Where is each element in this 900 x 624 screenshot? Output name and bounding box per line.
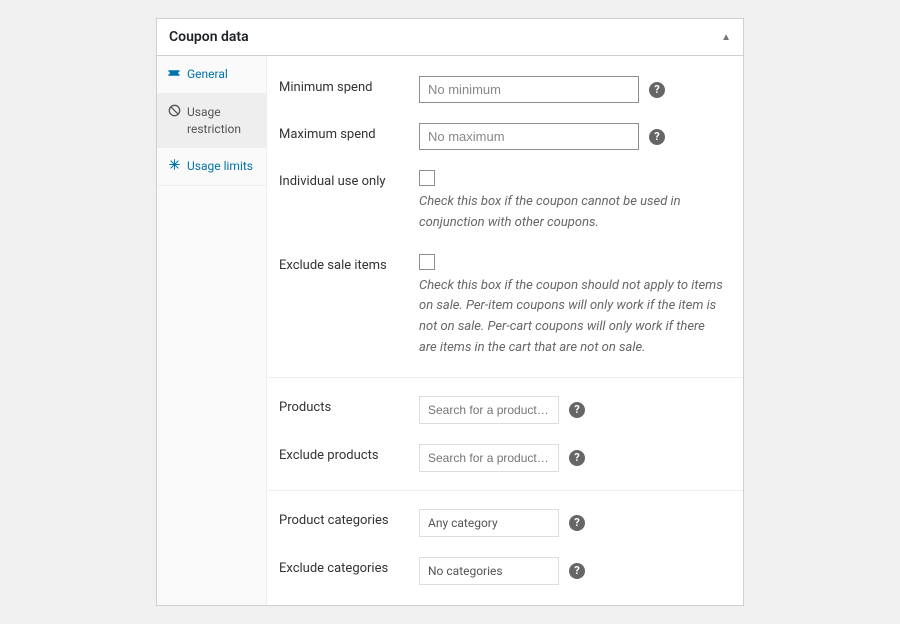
label-individual-use: Individual use only xyxy=(279,170,419,189)
individual-use-description: Check this box if the coupon cannot be u… xyxy=(419,192,723,234)
sidebar-label: Usage limits xyxy=(187,158,253,175)
exclude-products-input[interactable] xyxy=(419,444,559,472)
collapse-icon[interactable]: ▲ xyxy=(721,32,731,43)
help-icon[interactable]: ? xyxy=(569,515,585,531)
sidebar-label: General xyxy=(187,66,228,83)
row-exclude-sale: Exclude sale items Check this box if the… xyxy=(267,244,743,369)
row-products: Products ? xyxy=(267,386,743,434)
max-spend-input[interactable] xyxy=(419,123,639,150)
row-individual-use: Individual use only Check this box if th… xyxy=(267,160,743,244)
sidebar-label: Usage restriction xyxy=(187,104,256,138)
help-icon[interactable]: ? xyxy=(649,82,665,98)
help-icon[interactable]: ? xyxy=(569,563,585,579)
coupon-data-panel: Coupon data ▲ General Usage restriction xyxy=(156,18,744,606)
categories-select[interactable]: Any category xyxy=(419,509,559,537)
ban-icon xyxy=(167,104,181,117)
panel-body: General Usage restriction Usage limits M… xyxy=(157,56,743,605)
label-exclude-products: Exclude products xyxy=(279,444,419,463)
exclude-categories-select[interactable]: No categories xyxy=(419,557,559,585)
ticket-icon xyxy=(167,66,181,80)
row-max-spend: Maximum spend ? xyxy=(267,113,743,160)
sidebar-item-general[interactable]: General xyxy=(157,56,266,94)
limits-icon xyxy=(167,158,181,171)
help-icon[interactable]: ? xyxy=(649,129,665,145)
panel-title: Coupon data xyxy=(169,29,249,45)
sidebar-item-usage-restriction[interactable]: Usage restriction xyxy=(157,94,266,149)
label-products: Products xyxy=(279,396,419,415)
label-min-spend: Minimum spend xyxy=(279,76,419,95)
products-input[interactable] xyxy=(419,396,559,424)
label-exclude-sale: Exclude sale items xyxy=(279,254,419,273)
sidebar-item-usage-limits[interactable]: Usage limits xyxy=(157,148,266,186)
exclude-sale-description: Check this box if the coupon should not … xyxy=(419,276,723,359)
row-categories: Product categories Any category ? xyxy=(267,499,743,547)
row-min-spend: Minimum spend ? xyxy=(267,66,743,113)
divider xyxy=(267,490,743,491)
form-content: Minimum spend ? Maximum spend ? xyxy=(267,56,743,605)
row-exclude-categories: Exclude categories No categories ? xyxy=(267,547,743,595)
panel-header: Coupon data ▲ xyxy=(157,19,743,56)
row-exclude-products: Exclude products ? xyxy=(267,434,743,482)
exclude-sale-checkbox[interactable] xyxy=(419,254,435,270)
individual-use-checkbox[interactable] xyxy=(419,170,435,186)
label-categories: Product categories xyxy=(279,509,419,528)
min-spend-input[interactable] xyxy=(419,76,639,103)
help-icon[interactable]: ? xyxy=(569,402,585,418)
label-max-spend: Maximum spend xyxy=(279,123,419,142)
label-exclude-categories: Exclude categories xyxy=(279,557,419,576)
divider xyxy=(267,377,743,378)
sidebar: General Usage restriction Usage limits xyxy=(157,56,267,605)
help-icon[interactable]: ? xyxy=(569,450,585,466)
